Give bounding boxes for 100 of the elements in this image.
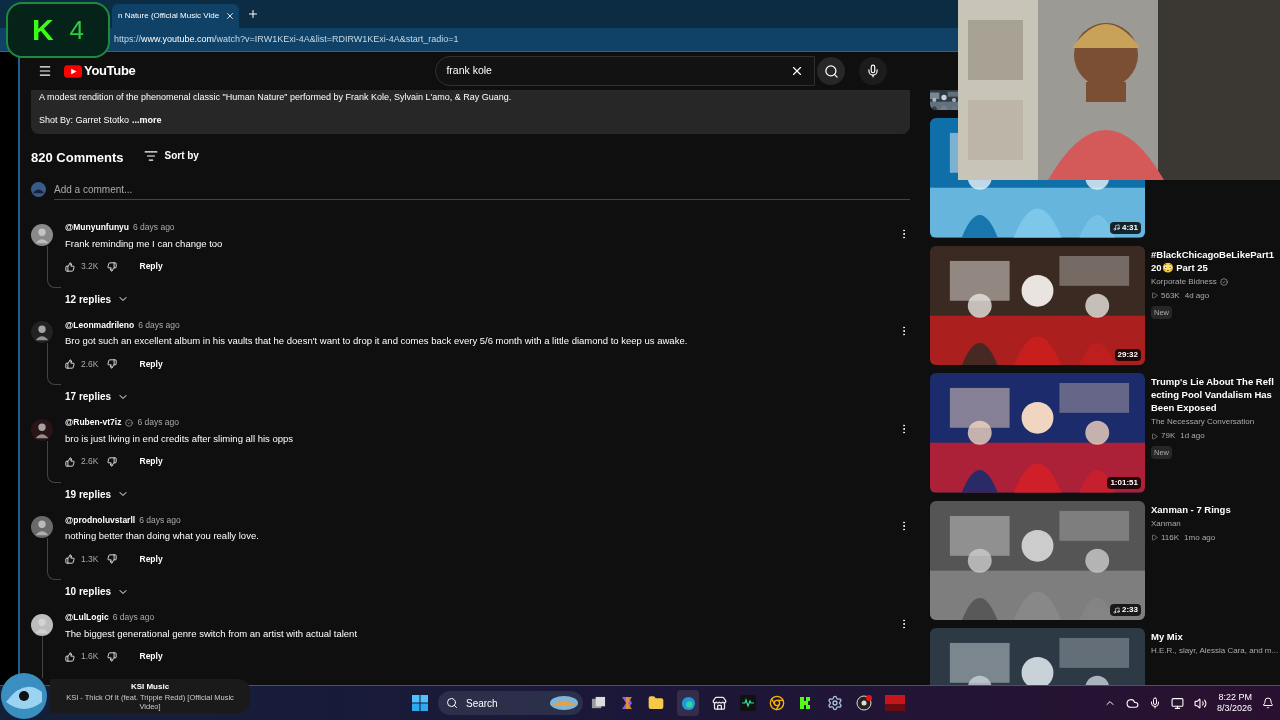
- replies-toggle[interactable]: 17 replies: [65, 389, 130, 405]
- comment-time[interactable]: 6 days ago: [137, 416, 180, 429]
- search-icon: [446, 697, 458, 709]
- replies-toggle[interactable]: 10 replies: [65, 584, 130, 600]
- comment-time[interactable]: 6 days ago: [138, 318, 180, 332]
- comment-time[interactable]: 6 days ago: [133, 221, 175, 234]
- search-icon: [823, 63, 839, 79]
- avatar-icon: [31, 321, 53, 343]
- upload-age: 1mo ago: [1184, 531, 1216, 544]
- clock[interactable]: 8:22 PM 8/3/2026: [1216, 692, 1252, 714]
- video-title[interactable]: Trump's Lie About The Reflecting Pool Vandalism Has Been Exposed: [1151, 375, 1276, 414]
- comments-count: 820 Comments: [31, 149, 124, 167]
- like-icon[interactable]: [65, 651, 75, 662]
- menu-icon[interactable]: [38, 64, 52, 78]
- browser-tab[interactable]: n Nature (Official Music Vide: [112, 4, 240, 28]
- replies-toggle[interactable]: 19 replies: [65, 486, 130, 502]
- view-count: 563K: [1161, 289, 1180, 302]
- like-count: 2.6K: [81, 455, 99, 469]
- avatar-icon: [31, 418, 53, 441]
- dislike-icon[interactable]: [106, 359, 117, 370]
- comment-input[interactable]: Add a comment...: [54, 179, 910, 200]
- comment-text: bro is just living in end credits after sliming all his opps: [65, 431, 295, 446]
- channel-name[interactable]: Xanman: [1151, 517, 1181, 530]
- like-count: 1.6K: [81, 650, 99, 664]
- thread-line: [47, 538, 61, 580]
- new-tab-icon[interactable]: [247, 8, 260, 20]
- like-count: 1.3K: [81, 552, 99, 566]
- folder-icon[interactable]: [648, 695, 664, 711]
- sort-button[interactable]: Sort by: [144, 148, 199, 164]
- channel-name[interactable]: H.E.R., slayr, Alessia Cara, and m...: [1151, 645, 1279, 657]
- comment-time[interactable]: 6 days ago: [139, 513, 181, 527]
- reply-button[interactable]: Reply: [139, 455, 163, 469]
- avatar-icon: [31, 182, 46, 197]
- comment-author[interactable]: @prodnoluvstarll: [65, 513, 136, 527]
- search-field[interactable]: frank kole: [435, 56, 816, 86]
- settings-icon[interactable]: [827, 695, 843, 711]
- mic-icon: [866, 64, 881, 78]
- dislike-icon[interactable]: [106, 456, 117, 467]
- comment-time[interactable]: 6 days ago: [112, 611, 155, 624]
- dislike-icon[interactable]: [106, 651, 117, 662]
- play-logo-icon[interactable]: [64, 64, 82, 78]
- dislike-icon[interactable]: [106, 261, 117, 272]
- channel-name[interactable]: Korporate Bidness: [1151, 275, 1217, 288]
- start-icon[interactable]: [412, 695, 428, 711]
- close-icon[interactable]: [225, 11, 236, 21]
- like-icon[interactable]: [65, 456, 75, 467]
- reply-button[interactable]: Reply: [139, 260, 163, 274]
- thread-line: [47, 343, 61, 385]
- comment-author[interactable]: @Ruben-vt7iz: [65, 416, 122, 429]
- thread-line: [47, 245, 61, 288]
- avatar-icon: [31, 516, 53, 538]
- play-icon: [1151, 534, 1158, 541]
- recorder-icon[interactable]: [856, 695, 872, 711]
- volume-icon[interactable]: [1193, 696, 1207, 710]
- more-link[interactable]: ...more: [132, 114, 162, 126]
- upload-age: 4d ago: [1184, 289, 1210, 302]
- duration-badge: 29:32: [1114, 349, 1141, 361]
- replies-toggle[interactable]: 12 replies: [65, 291, 130, 307]
- thread-line: [41, 635, 43, 678]
- avatar-icon: [31, 613, 53, 636]
- upload-age: 1d ago: [1180, 430, 1205, 442]
- voice-search-button[interactable]: [859, 57, 888, 85]
- channel-name[interactable]: The Necessary Conversation: [1151, 416, 1255, 428]
- video-title[interactable]: My Mix: [1151, 630, 1276, 643]
- audio-app-icon[interactable]: [740, 695, 756, 711]
- dislike-icon[interactable]: [106, 554, 117, 565]
- youtube-logo-text[interactable]: YouTube: [84, 61, 136, 81]
- view-count: 79K: [1161, 430, 1176, 442]
- comment-author[interactable]: @Leonmadrileno: [65, 318, 135, 332]
- task-view-icon[interactable]: [591, 695, 606, 711]
- taskbar-search[interactable]: Search: [438, 691, 583, 715]
- video-title[interactable]: #BlackChicagoBeLikePart120😳 Part 25: [1151, 247, 1276, 274]
- mic-icon[interactable]: [1148, 697, 1161, 709]
- comment-text: nothing better than doing what you really love.: [65, 529, 260, 543]
- store-icon[interactable]: [712, 695, 727, 711]
- cloud-icon[interactable]: [1125, 696, 1139, 710]
- reply-button[interactable]: Reply: [139, 357, 163, 371]
- like-count: 2.6K: [81, 357, 99, 371]
- comment-author[interactable]: @Munyunfunyu: [65, 221, 129, 234]
- like-icon[interactable]: [65, 359, 75, 370]
- play-icon: [1151, 432, 1158, 440]
- reply-button[interactable]: Reply: [139, 552, 163, 566]
- search-button[interactable]: [817, 57, 846, 85]
- view-count: 116K: [1161, 531, 1180, 544]
- video-title[interactable]: Xanman - 7 Rings: [1151, 502, 1276, 516]
- thread-line: [47, 440, 61, 483]
- comment-text: Frank reminding me I can change too: [65, 236, 224, 251]
- stream-logo: K 4: [6, 2, 110, 58]
- play-icon: [1151, 292, 1158, 299]
- network-icon[interactable]: [1170, 696, 1184, 710]
- like-icon[interactable]: [65, 261, 75, 272]
- reply-button[interactable]: Reply: [139, 650, 163, 664]
- comment-author[interactable]: @LulLogic: [65, 611, 109, 624]
- bell-icon[interactable]: [1262, 697, 1274, 709]
- sort-icon: [144, 148, 159, 163]
- like-icon[interactable]: [65, 554, 75, 565]
- credit-text: Shot By: Garret Stotko: [39, 114, 130, 126]
- address-bar[interactable]: https://www.youtube.com/watch?v=IRW1KExi-4A&list=RDIRW1KExi-4A&start_radio=1: [112, 29, 952, 50]
- like-count: 3.2K: [81, 260, 99, 274]
- avatar-icon: [31, 223, 53, 246]
